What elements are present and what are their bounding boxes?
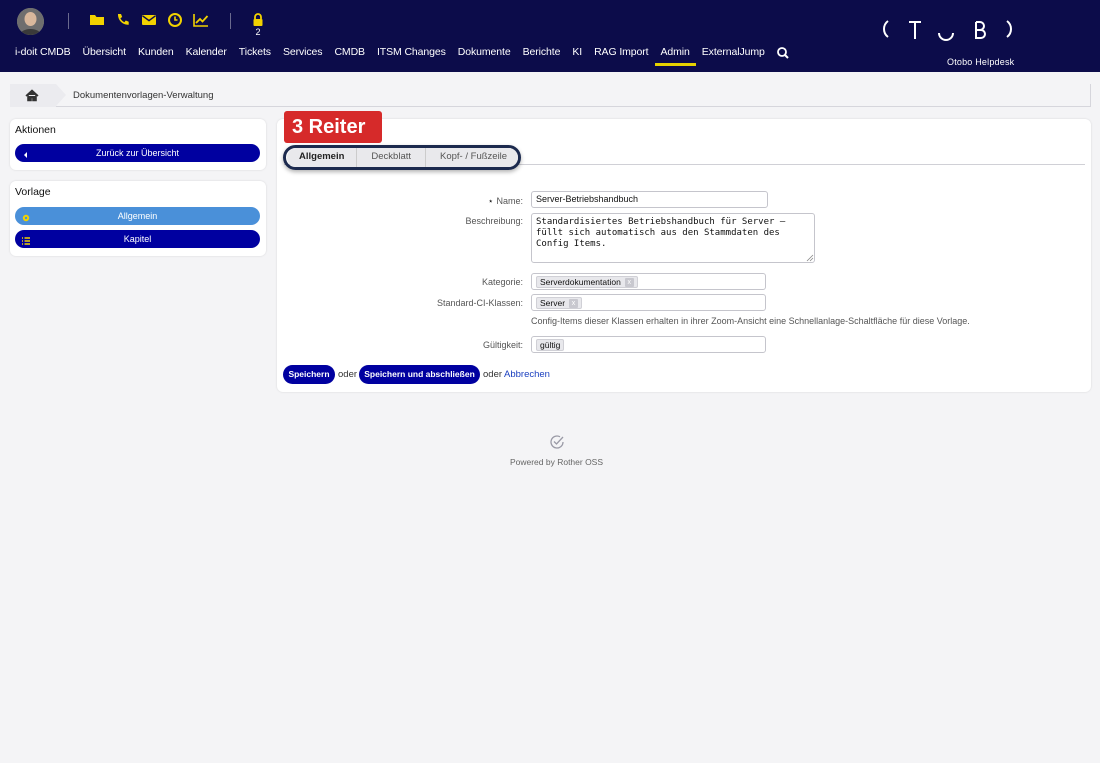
tab-general[interactable]: Allgemein — [287, 148, 358, 167]
breadcrumb-current: Dokumentenvorlagen-Verwaltung — [73, 90, 214, 101]
category-label: Kategorie: — [481, 277, 523, 287]
actions-box: Aktionen Zurück zur Übersicht — [10, 119, 266, 170]
validity-label: Gültigkeit: — [482, 340, 523, 350]
or-text: oder — [338, 369, 358, 380]
lock-icon[interactable] — [250, 12, 266, 28]
ci-class-tag: Server x — [536, 297, 583, 309]
nav-item-calendar[interactable]: Kalender — [180, 44, 233, 66]
name-input[interactable]: Server-Betriebshandbuch — [531, 191, 768, 208]
name-label: ⋆ Name: — [488, 196, 523, 207]
save-and-close-button[interactable]: Speichern und abschließen — [359, 365, 480, 384]
gear-icon — [21, 211, 31, 222]
template-general-button[interactable]: Allgemein — [15, 207, 260, 225]
search-icon[interactable] — [771, 44, 797, 66]
nav-item-admin[interactable]: Admin — [654, 44, 697, 66]
locked-tickets-count[interactable]: 2 — [252, 27, 264, 37]
ci-classes-label: Standard-CI-Klassen: — [436, 298, 523, 308]
nav-item-documents[interactable]: Dokumente — [452, 44, 517, 66]
description-label: Beschreibung: — [465, 216, 523, 226]
tab-bar: Allgemein Deckblatt Kopf- / Fußzeile — [287, 148, 518, 167]
resize-handle-icon[interactable] — [806, 254, 814, 262]
breadcrumb-home[interactable] — [10, 84, 56, 107]
tab-cover-page[interactable]: Deckblatt — [357, 148, 427, 167]
user-avatar[interactable] — [17, 8, 44, 35]
caret-left-icon — [21, 148, 31, 158]
back-to-overview-button[interactable]: Zurück zur Übersicht — [15, 144, 260, 162]
breadcrumb: Dokumentenvorlagen-Verwaltung — [10, 84, 1091, 107]
validity-select[interactable]: gültig — [531, 336, 766, 353]
or-text: oder — [483, 369, 503, 380]
folder-icon[interactable] — [89, 12, 105, 28]
ci-classes-hint: Config-Items dieser Klassen erhalten in … — [531, 316, 970, 326]
nav-item-reports[interactable]: Berichte — [517, 44, 567, 66]
validity-tag: gültig — [536, 339, 565, 351]
remove-tag-icon[interactable]: x — [569, 298, 579, 308]
breadcrumb-separator — [56, 84, 66, 106]
back-to-overview-label: Zurück zur Übersicht — [95, 148, 180, 158]
toolbar-separator — [68, 13, 69, 29]
ci-classes-select[interactable]: Server x — [531, 294, 766, 311]
otobo-logo[interactable] — [880, 17, 1020, 43]
nav-item-services[interactable]: Services — [277, 44, 328, 66]
cancel-link[interactable]: Abbrechen — [504, 369, 550, 380]
template-general-label: Allgemein — [117, 211, 158, 221]
tab-header-footer[interactable]: Kopf- / Fußzeile — [426, 148, 521, 167]
nav-item-customers[interactable]: Kunden — [132, 44, 180, 66]
category-select[interactable]: Serverdokumentation x — [531, 273, 766, 290]
nav-item-overview[interactable]: Übersicht — [77, 44, 132, 66]
nav-item-ki[interactable]: KI — [566, 44, 588, 66]
tabs-callout-label: 3 Reiter — [284, 111, 382, 143]
brand-name: Otobo Helpdesk — [947, 57, 1015, 67]
footer-powered-by: Powered by Rother OSS — [509, 457, 604, 467]
nav-item-itsm-changes[interactable]: ITSM Changes — [371, 44, 452, 66]
nav-item-external-jump[interactable]: ExternalJump — [696, 44, 771, 66]
phone-icon[interactable] — [115, 12, 131, 28]
remove-tag-icon[interactable]: x — [624, 277, 634, 287]
clock-icon[interactable] — [167, 12, 183, 28]
name-label-text: Name: — [496, 196, 523, 206]
nav-item-idoit-cmdb[interactable]: i-doit CMDB — [9, 44, 77, 66]
template-chapter-button[interactable]: Kapitel — [15, 230, 260, 248]
template-box: Vorlage Allgemein Kapitel — [10, 181, 266, 256]
top-header: 2 i-doit CMDB Übersicht Kunden Kalender … — [0, 0, 1100, 72]
nav-item-cmdb[interactable]: CMDB — [328, 44, 371, 66]
ci-class-tag-label: Server — [540, 298, 566, 308]
actions-title: Aktionen — [15, 124, 56, 136]
main-navigation: i-doit CMDB Übersicht Kunden Kalender Ti… — [9, 44, 797, 66]
nav-item-rag-import[interactable]: RAG Import — [588, 44, 654, 66]
save-button[interactable]: Speichern — [283, 365, 335, 384]
toolbar-separator — [230, 13, 231, 29]
category-tag: Serverdokumentation x — [536, 276, 638, 288]
template-title: Vorlage — [15, 186, 51, 198]
mail-icon[interactable] — [141, 12, 157, 28]
required-star-icon: ⋆ — [487, 196, 494, 206]
template-chapter-label: Kapitel — [123, 234, 152, 244]
nav-item-tickets[interactable]: Tickets — [233, 44, 277, 66]
category-tag-label: Serverdokumentation — [540, 277, 621, 287]
chart-icon[interactable] — [193, 12, 209, 28]
check-badge-icon — [548, 433, 566, 451]
list-icon — [21, 234, 31, 245]
description-textarea[interactable]: Standardisiertes Betriebshandbuch für Se… — [531, 213, 815, 263]
home-icon — [25, 89, 39, 102]
validity-value: gültig — [540, 340, 561, 350]
